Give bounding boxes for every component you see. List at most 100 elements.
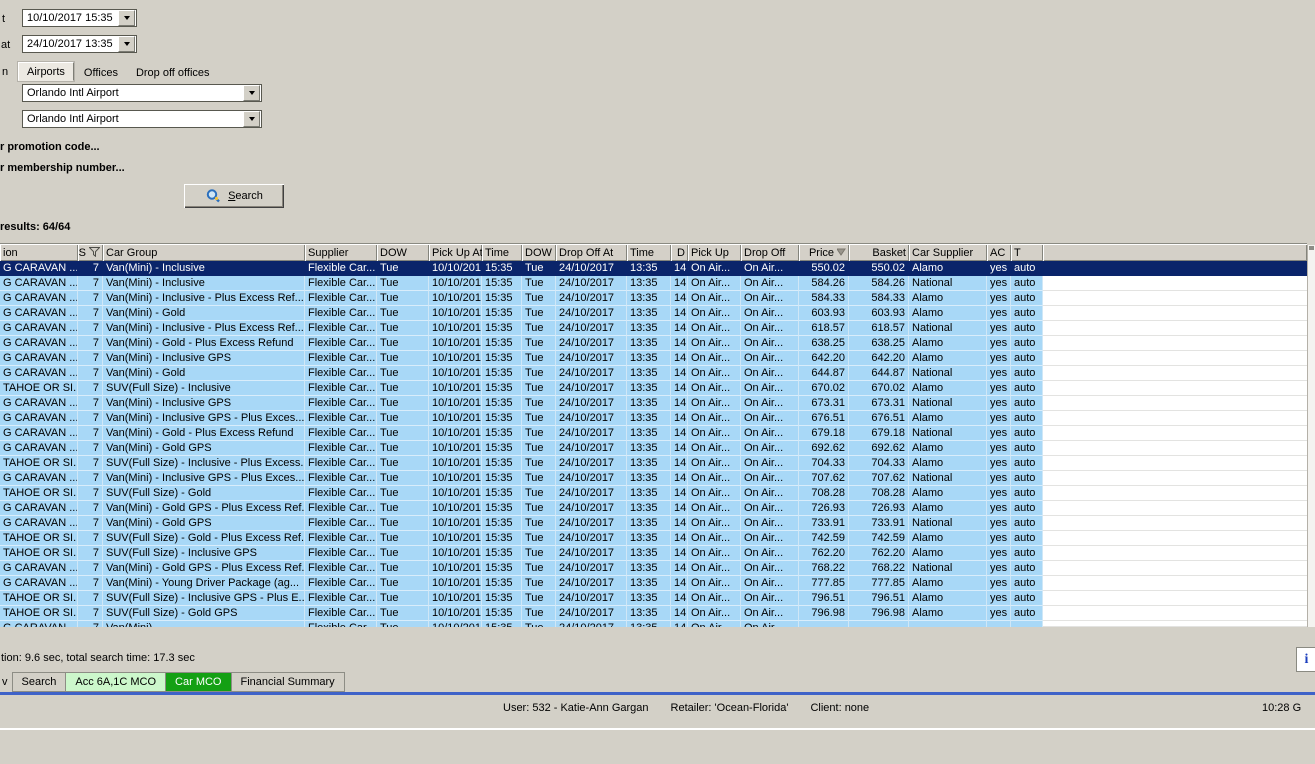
table-row[interactable]: TAHOE OR SI... 7 SUV(Full Size) - Inclusiv…	[0, 381, 1307, 396]
table-row[interactable]: TAHOE OR SI... 7 SUV(Full Size) - Inclusiv…	[0, 591, 1307, 606]
table-row[interactable]: TAHOE OR SI... 7 SUV(Full Size) - Inclusiv…	[0, 456, 1307, 471]
cell-ac: yes	[987, 411, 1011, 426]
table-row[interactable]: G CARAVAN ... 7 Van(Mini) - Young Driver P…	[0, 576, 1307, 591]
dropoff-datetime-combo[interactable]: 24/10/2017 13:35	[22, 35, 137, 53]
column-header-description[interactable]: ion	[0, 244, 78, 261]
workspace-tab-financial-summary[interactable]: Financial Summary	[231, 672, 345, 692]
column-header-basket[interactable]: Basket	[849, 244, 909, 261]
table-row[interactable]: G CARAVAN ... 7 Van(Mini) - Gold GPS Flexib…	[0, 441, 1307, 456]
column-header-d[interactable]: D	[671, 244, 688, 261]
cell-dropoff_loc: On Air...	[741, 516, 799, 531]
table-row[interactable]: G CARAVAN ...7Van(Mini) - ...Flexible Ca…	[0, 621, 1307, 627]
workspace-tab-acc-6a-1c-mco[interactable]: Acc 6A,1C MCO	[66, 672, 167, 692]
cell-price	[799, 621, 849, 627]
chevron-down-icon[interactable]	[118, 10, 135, 26]
column-header-t[interactable]: T	[1011, 244, 1043, 261]
cell-dow1: Tue	[377, 336, 429, 351]
chevron-down-icon[interactable]	[243, 85, 260, 101]
table-row[interactable]: G CARAVAN ... 7 Van(Mini) - Inclusive Flexi…	[0, 276, 1307, 291]
info-button[interactable]: i	[1296, 647, 1315, 672]
column-header-pickup_loc[interactable]: Pick Up	[688, 244, 741, 261]
column-header-dropoff_at[interactable]: Drop Off At	[556, 244, 627, 261]
cell-price: 796.51	[799, 591, 849, 606]
column-header-time1[interactable]: Time	[482, 244, 522, 261]
cell-car_supplier: Alamo	[909, 291, 987, 306]
cell-time2: 13:35	[627, 546, 671, 561]
table-row[interactable]: G CARAVAN ... 7 Van(Mini) - Gold - Plus Ex…	[0, 426, 1307, 441]
cell-dow1: Tue	[377, 321, 429, 336]
vertical-scrollbar[interactable]	[1307, 245, 1315, 627]
cell-t: auto	[1011, 276, 1043, 291]
cell-dow2: Tue	[522, 441, 556, 456]
column-header-dow2[interactable]: DOW	[522, 244, 556, 261]
column-header-supplier[interactable]: Supplier	[305, 244, 377, 261]
table-row[interactable]: TAHOE OR SI... 7 SUV(Full Size) - Gold - P…	[0, 531, 1307, 546]
pickup-airport-combo[interactable]: Orlando Intl Airport	[22, 84, 262, 102]
column-header-time2[interactable]: Time	[627, 244, 671, 261]
cell-basket: 638.25	[849, 336, 909, 351]
column-header-car_supplier[interactable]: Car Supplier	[909, 244, 987, 261]
chevron-down-icon[interactable]	[118, 36, 135, 52]
cell-ac: yes	[987, 441, 1011, 456]
tab-offices[interactable]: Offices	[76, 64, 126, 81]
promotion-code-label-fragment: r promotion code...	[0, 141, 100, 153]
cell-pickup_loc: On Air...	[688, 336, 741, 351]
tab-drop-off-offices[interactable]: Drop off offices	[128, 64, 218, 81]
column-header-dow1[interactable]: DOW	[377, 244, 429, 261]
column-header-s[interactable]: S	[78, 244, 103, 261]
cell-time2: 13:35	[627, 606, 671, 621]
cell-dow2: Tue	[522, 456, 556, 471]
column-header-ac[interactable]: AC	[987, 244, 1011, 261]
column-header-price[interactable]: Price	[799, 244, 849, 261]
info-icon: i	[1304, 651, 1309, 667]
cell-price: 670.02	[799, 381, 849, 396]
cell-car_supplier: Alamo	[909, 531, 987, 546]
search-button-label: Search	[228, 190, 263, 202]
table-row[interactable]: G CARAVAN ... 7 Van(Mini) - Inclusive GPS …	[0, 411, 1307, 426]
row-filler	[1043, 561, 1307, 576]
search-button[interactable]: Search	[184, 184, 284, 208]
table-row[interactable]: TAHOE OR SI... 7 SUV(Full Size) - Inclusiv…	[0, 546, 1307, 561]
workspace-tab-search[interactable]: Search	[12, 672, 67, 692]
workspace-tab-car-mco[interactable]: Car MCO	[166, 672, 232, 692]
table-row[interactable]: G CARAVAN ... 7 Van(Mini) - Inclusive GPS …	[0, 471, 1307, 486]
table-row[interactable]: G CARAVAN ... 7 Van(Mini) - Gold GPS Flexib…	[0, 516, 1307, 531]
table-row[interactable]: G CARAVAN ... 7 Van(Mini) - Inclusive - Pl…	[0, 321, 1307, 336]
table-row[interactable]: G CARAVAN ... 7 Van(Mini) - Inclusive GPS F…	[0, 351, 1307, 366]
cell-supplier: Flexible Car...	[305, 621, 377, 627]
cell-pickup_at: 10/10/2017	[429, 291, 482, 306]
cell-time2: 13:35	[627, 381, 671, 396]
cell-ac: yes	[987, 276, 1011, 291]
table-row[interactable]: G CARAVAN ... 7 Van(Mini) - Gold Flexible C…	[0, 366, 1307, 381]
table-row[interactable]: G CARAVAN ... 7 Van(Mini) - Gold GPS - Plu…	[0, 501, 1307, 516]
column-header-pickup_at[interactable]: Pick Up At	[429, 244, 482, 261]
cell-dow1: Tue	[377, 381, 429, 396]
table-row[interactable]: G CARAVAN ... 7 Van(Mini) - Gold Flexible C…	[0, 306, 1307, 321]
table-row[interactable]: TAHOE OR SI... 7 SUV(Full Size) - Gold GPS…	[0, 606, 1307, 621]
row-filler	[1043, 606, 1307, 621]
table-row[interactable]: G CARAVAN ... 7 Van(Mini) - Inclusive - Pl…	[0, 291, 1307, 306]
cell-s: 7	[78, 291, 103, 306]
table-row[interactable]: G CARAVAN ... 7 Van(Mini) - Gold GPS - Plu…	[0, 561, 1307, 576]
column-header-dropoff_loc[interactable]: Drop Off	[741, 244, 799, 261]
dropoff-airport-combo[interactable]: Orlando Intl Airport	[22, 110, 262, 128]
table-row[interactable]: G CARAVAN ... 7 Van(Mini) - Inclusive GPS F…	[0, 396, 1307, 411]
cell-d: 14	[671, 516, 688, 531]
cell-dow2: Tue	[522, 396, 556, 411]
table-row[interactable]: G CARAVAN ... 7 Van(Mini) - Gold - Plus Ex…	[0, 336, 1307, 351]
column-header-car_group[interactable]: Car Group	[103, 244, 305, 261]
table-row[interactable]: TAHOE OR SI... 7 SUV(Full Size) - Gold Flex…	[0, 486, 1307, 501]
search-icon	[206, 189, 220, 203]
cell-basket: 679.18	[849, 426, 909, 441]
cell-t: auto	[1011, 516, 1043, 531]
column-header-label: Time	[630, 247, 655, 259]
tab-airports[interactable]: Airports	[18, 62, 74, 81]
cell-pickup_at: 10/10/2017	[429, 306, 482, 321]
cell-dow1: Tue	[377, 441, 429, 456]
cell-description: G CARAVAN ...	[0, 516, 78, 531]
cell-dropoff_at: 24/10/2017	[556, 366, 627, 381]
workspace-tab-fragment[interactable]: v	[0, 672, 13, 692]
table-row[interactable]: G CARAVAN ... 7 Van(Mini) - Inclusive Flexi…	[0, 261, 1307, 276]
chevron-down-icon[interactable]	[243, 111, 260, 127]
pickup-datetime-combo[interactable]: 10/10/2017 15:35	[22, 9, 137, 27]
